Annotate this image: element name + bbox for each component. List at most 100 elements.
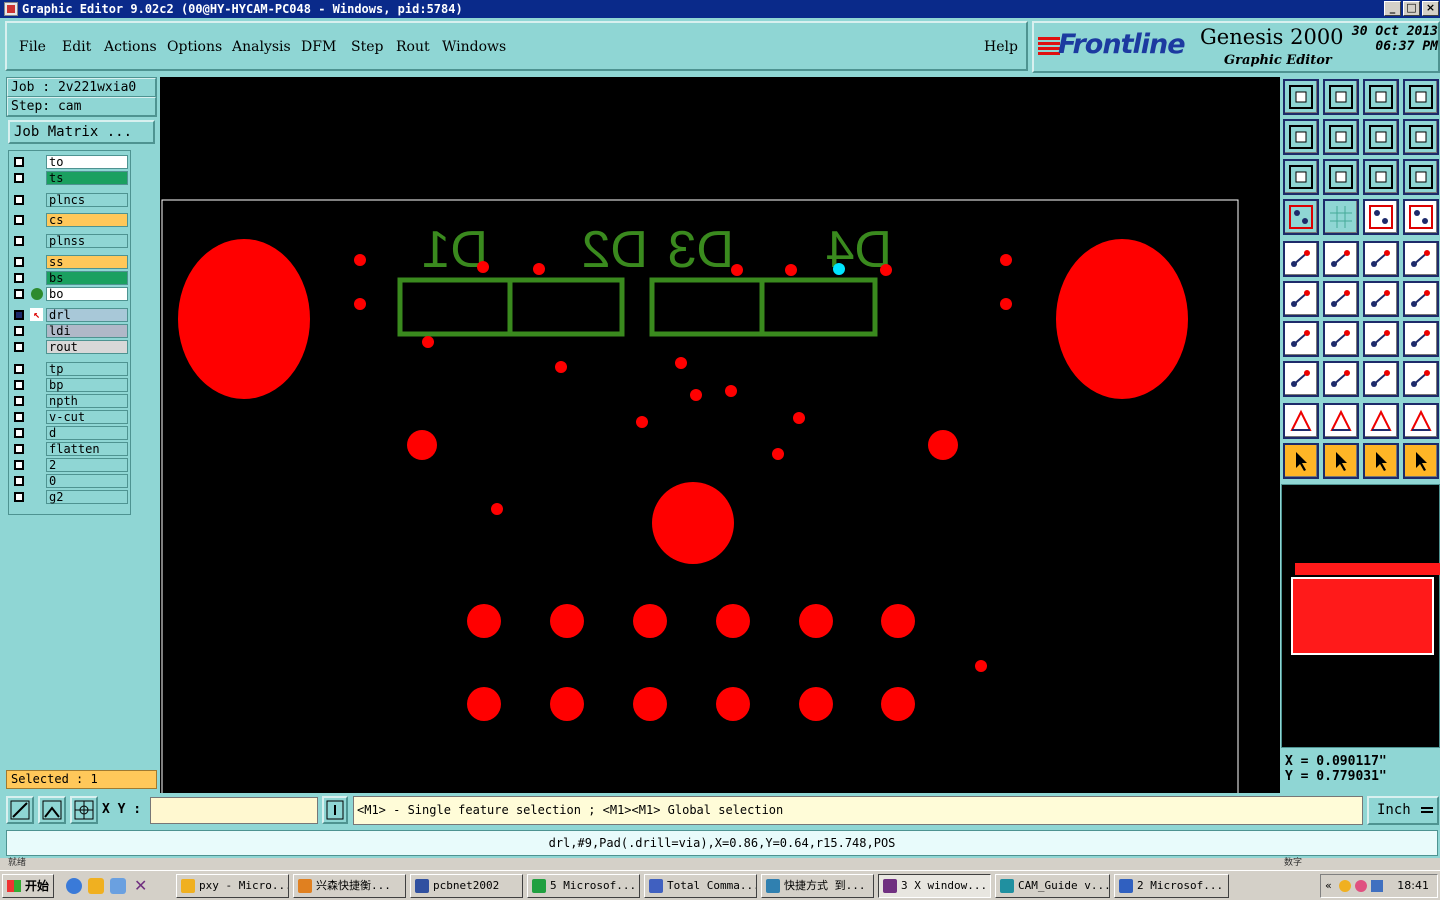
menu-help[interactable]: Help (984, 39, 1018, 55)
taskbar-item[interactable]: 兴森快捷衡... (293, 874, 406, 898)
pan-right-button[interactable] (1323, 119, 1359, 155)
via-pad-14[interactable] (725, 385, 737, 397)
layer-row-flatten[interactable]: flatten (11, 442, 129, 456)
layer-row-ts[interactable]: ts (11, 171, 129, 185)
undo-view-button[interactable] (1363, 119, 1399, 155)
layer-name[interactable]: bs (46, 271, 128, 285)
taskbar-item[interactable]: 3 X window... (878, 874, 991, 898)
pad-row-bottom-5[interactable] (799, 687, 833, 721)
pad-row-top-1[interactable] (467, 604, 501, 638)
unit-select[interactable]: Inch (1367, 796, 1439, 825)
snap-grid-button[interactable] (70, 796, 98, 824)
large-oval-pad-left[interactable] (178, 239, 310, 399)
via-pad-1[interactable] (354, 254, 366, 266)
menu-analysis[interactable]: Analysis (232, 39, 291, 55)
large-oval-pad-right[interactable] (1056, 239, 1188, 399)
cross-button[interactable] (1323, 281, 1359, 317)
grid-button[interactable] (1323, 199, 1359, 235)
layer-row-bs[interactable]: bs (11, 271, 129, 285)
layer-row-plnss[interactable]: plnss (11, 234, 129, 248)
layer-name[interactable]: plnss (46, 234, 128, 248)
node-button[interactable] (1283, 281, 1319, 317)
layer-row-0[interactable]: 0 (11, 474, 129, 488)
layers-red-button[interactable] (1363, 199, 1399, 235)
angle-button[interactable] (1283, 321, 1319, 357)
select-frame-button[interactable] (1323, 443, 1359, 479)
pad-add-button[interactable] (1283, 241, 1319, 277)
tray-network-icon[interactable] (1371, 880, 1383, 892)
layer-row-npth[interactable]: npth (11, 394, 129, 408)
home-down-button[interactable] (1323, 79, 1359, 115)
pad-row-bottom-2[interactable] (550, 687, 584, 721)
taskbar-item[interactable]: pcbnet2002 (410, 874, 523, 898)
graphic-canvas[interactable]: D1 D2 D3 D4 (160, 77, 1280, 793)
selected-via-highlight[interactable] (833, 263, 845, 275)
zoom-center-button[interactable] (1323, 159, 1359, 195)
layer-checkbox[interactable] (14, 257, 24, 267)
via-pad-12[interactable] (675, 357, 687, 369)
select-route-button[interactable] (1403, 443, 1439, 479)
taskbar-item[interactable]: 2 Microsof... (1114, 874, 1229, 898)
layer-name[interactable]: 2 (46, 458, 128, 472)
silk-outline-1[interactable] (397, 277, 513, 337)
diag-line-button[interactable] (1323, 321, 1359, 357)
pad-row-top-2[interactable] (550, 604, 584, 638)
layer-checkbox[interactable] (14, 326, 24, 336)
layer-name[interactable]: npth (46, 394, 128, 408)
tray-expand-icon[interactable]: « (1325, 875, 1332, 897)
medium-pad-1[interactable] (407, 430, 437, 460)
layer-checkbox[interactable] (14, 476, 24, 486)
taskbar-item[interactable]: pxy - Micro... (176, 874, 289, 898)
pad-row-top-4[interactable] (716, 604, 750, 638)
layer-checkbox[interactable] (14, 273, 24, 283)
layer-name[interactable]: v-cut (46, 410, 128, 424)
job-matrix-button[interactable]: Job Matrix ... (8, 120, 155, 144)
layer-name[interactable]: tp (46, 362, 128, 376)
surface2-button[interactable] (1403, 403, 1439, 439)
start-button[interactable]: 开始 (2, 874, 54, 898)
tray-im-icon[interactable] (1355, 880, 1367, 892)
pad-row-bottom-3[interactable] (633, 687, 667, 721)
layer-name[interactable]: flatten (46, 442, 128, 456)
layer-name[interactable]: cs (46, 213, 128, 227)
redraw-button[interactable] (1403, 119, 1439, 155)
layer-row-d[interactable]: d (11, 426, 129, 440)
select-point-button[interactable] (1363, 443, 1399, 479)
pad-row-top-5[interactable] (799, 604, 833, 638)
minimize-button[interactable]: _ (1384, 1, 1401, 16)
layer-row-ss[interactable]: ss (11, 255, 129, 269)
layer-checkbox[interactable] (14, 289, 24, 299)
measure-button[interactable] (38, 796, 66, 824)
layer-row-rout[interactable]: rout (11, 340, 129, 354)
via-pad-3[interactable] (477, 261, 489, 273)
taskbar-item[interactable]: 5 Microsof... (527, 874, 640, 898)
layer-name[interactable]: rout (46, 340, 128, 354)
layer-row-bo[interactable]: bo (11, 287, 129, 301)
move-button[interactable] (1283, 361, 1319, 397)
home-button[interactable] (1363, 79, 1399, 115)
xy-input[interactable] (150, 797, 318, 824)
measure-ruler-button[interactable] (1363, 241, 1399, 277)
via-pad-16[interactable] (793, 412, 805, 424)
via-pad-9[interactable] (1000, 298, 1012, 310)
line-node2-button[interactable] (1403, 281, 1439, 317)
board-drawing[interactable]: D1 D2 D3 D4 (160, 77, 1280, 793)
via-pad-8[interactable] (1000, 254, 1012, 266)
ie-icon[interactable] (66, 878, 82, 894)
layer-row-plncs[interactable]: plncs (11, 193, 129, 207)
layer-checkbox[interactable] (14, 173, 24, 183)
layer-name[interactable]: 0 (46, 474, 128, 488)
layer-checkbox[interactable] (14, 310, 24, 320)
overview-viewport[interactable] (1291, 577, 1434, 655)
layer-checkbox[interactable] (14, 364, 24, 374)
menu-actions[interactable]: Actions (104, 39, 157, 55)
layer-checkbox[interactable] (14, 195, 24, 205)
pad-row-top-6[interactable] (881, 604, 915, 638)
layer-row-tp[interactable]: tp (11, 362, 129, 376)
polygon-fill-button[interactable] (1323, 403, 1359, 439)
silk-outline-2[interactable] (507, 277, 625, 337)
copy-button[interactable] (1403, 361, 1439, 397)
layer-checkbox[interactable] (14, 342, 24, 352)
layer-row-bp[interactable]: bp (11, 378, 129, 392)
layer-row-2[interactable]: 2 (11, 458, 129, 472)
